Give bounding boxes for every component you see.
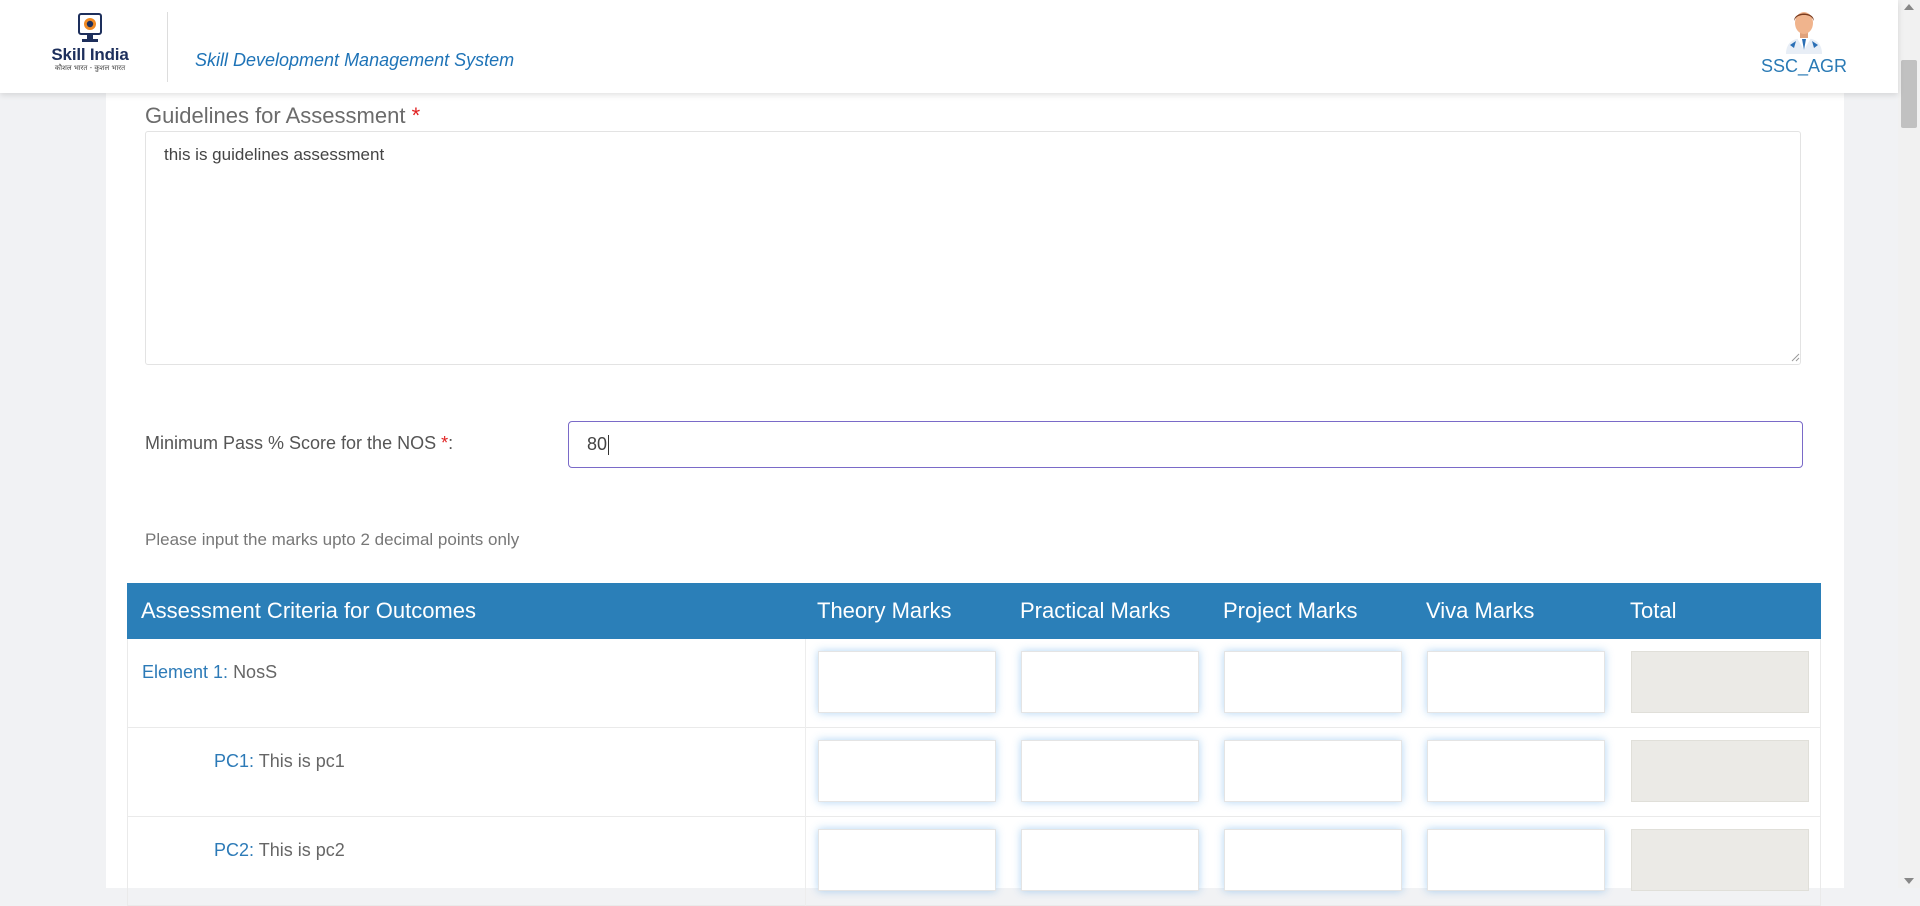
table-row: PC1: This is pc1 <box>127 728 1821 817</box>
practical-marks-input[interactable] <box>1021 829 1199 891</box>
column-divider <box>805 639 806 728</box>
pass-score-colon: : <box>448 433 454 453</box>
user-avatar-icon <box>1786 12 1822 54</box>
row-key: PC1 <box>214 751 250 771</box>
row-label: Element 1: NosS <box>142 662 277 683</box>
viva-marks-input[interactable] <box>1427 651 1605 713</box>
guidelines-label-text: Guidelines for Assessment <box>145 103 406 128</box>
theory-marks-input[interactable] <box>818 740 996 802</box>
column-divider <box>805 728 806 817</box>
resize-grip-icon[interactable] <box>1790 352 1800 362</box>
theory-marks-input[interactable] <box>818 651 996 713</box>
project-marks-input[interactable] <box>1224 651 1402 713</box>
user-menu[interactable]: SSC_AGR <box>1760 8 1848 77</box>
row-key: Element 1 <box>142 662 224 682</box>
project-marks-input[interactable] <box>1224 740 1402 802</box>
header-total: Total <box>1630 598 1677 623</box>
total-marks-field <box>1631 740 1809 802</box>
pass-score-value: 80 <box>587 434 608 454</box>
header-project-marks: Project Marks <box>1223 598 1358 623</box>
logo-subtext: कौशल भारत - कुशल भारत <box>54 64 126 72</box>
table-row: PC2: This is pc2 <box>127 817 1821 906</box>
row-value: This is pc1 <box>258 751 345 771</box>
scroll-down-icon[interactable] <box>1904 878 1914 884</box>
project-marks-input[interactable] <box>1224 829 1402 891</box>
header-theory-marks: Theory Marks <box>817 598 952 623</box>
row-sep: : <box>249 751 259 771</box>
total-marks-field <box>1631 829 1809 891</box>
header-assessment-criteria: Assessment Criteria for Outcomes <box>141 598 476 623</box>
table-header: Assessment Criteria for Outcomes Theory … <box>127 583 1821 639</box>
pass-score-label-text: Minimum Pass % Score for the NOS <box>145 433 437 453</box>
logo-text: Skill India <box>51 45 129 64</box>
row-value: NosS <box>233 662 278 682</box>
user-name: SSC_AGR <box>1760 56 1848 76</box>
practical-marks-input[interactable] <box>1021 651 1199 713</box>
pass-score-input[interactable]: 80 <box>568 421 1803 468</box>
marks-note: Please input the marks upto 2 decimal po… <box>145 530 520 549</box>
required-asterisk: * <box>411 103 421 128</box>
table-row: Element 1: NosS <box>127 639 1821 728</box>
header-practical-marks: Practical Marks <box>1020 598 1171 623</box>
row-label: PC1: This is pc1 <box>214 751 345 772</box>
row-sep: : <box>249 840 259 860</box>
row-key: PC2 <box>214 840 250 860</box>
scroll-up-icon[interactable] <box>1904 4 1914 10</box>
header-divider <box>167 12 168 82</box>
scroll-thumb[interactable] <box>1901 60 1917 128</box>
header-viva-marks: Viva Marks <box>1426 598 1535 623</box>
row-sep: : <box>223 662 234 682</box>
row-value: This is pc2 <box>258 840 345 860</box>
column-divider <box>805 817 806 906</box>
guidelines-textarea[interactable]: this is guidelines assessment <box>145 131 1801 365</box>
page-scrollbar[interactable] <box>1898 0 1920 888</box>
row-label: PC2: This is pc2 <box>214 840 345 861</box>
pass-score-label: Minimum Pass % Score for the NOS *: <box>145 433 453 454</box>
text-caret <box>608 435 610 456</box>
viva-marks-input[interactable] <box>1427 829 1605 891</box>
marks-table: Assessment Criteria for Outcomes Theory … <box>127 583 1821 906</box>
theory-marks-input[interactable] <box>818 829 996 891</box>
skill-india-emblem-icon <box>78 13 102 42</box>
viva-marks-input[interactable] <box>1427 740 1605 802</box>
practical-marks-input[interactable] <box>1021 740 1199 802</box>
guidelines-label: Guidelines for Assessment * <box>145 103 420 129</box>
skill-india-logo[interactable]: Skill India कौशल भारत - कुशल भारत <box>46 12 134 82</box>
top-header: Skill India कौशल भारत - कुशल भारत Skill … <box>0 0 1898 93</box>
total-marks-field <box>1631 651 1809 713</box>
system-title: Skill Development Management System <box>195 50 515 70</box>
